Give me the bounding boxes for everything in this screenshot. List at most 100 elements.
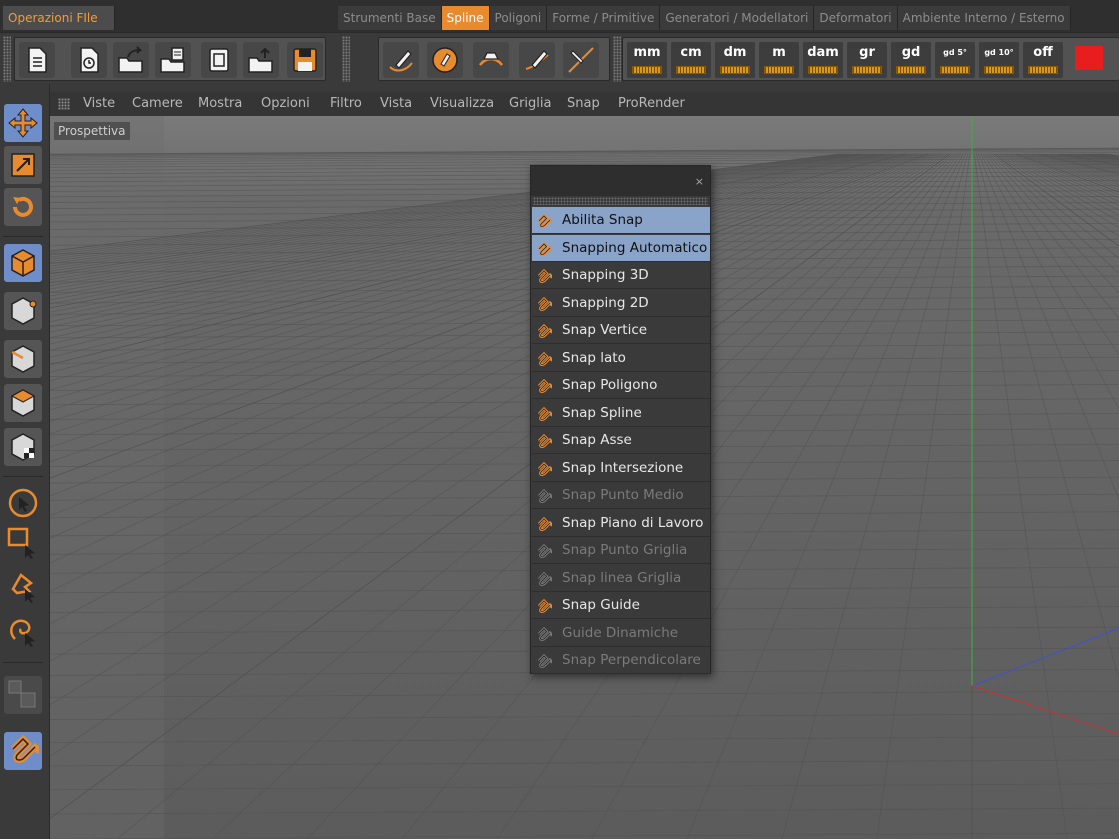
unit-dam-button[interactable]: dam	[803, 42, 843, 78]
unit-off-button[interactable]: off	[1023, 42, 1063, 78]
tab-deformatori[interactable]: Deformatori	[814, 6, 898, 30]
unit-off-label: off	[1033, 45, 1053, 60]
unit-gd5-button[interactable]: gd 5°	[935, 42, 975, 78]
unit-dm-button[interactable]: dm	[715, 42, 755, 78]
tab-operazioni-file[interactable]: Operazioni FIle	[3, 6, 115, 30]
snap-option-snap-edge[interactable]: Snap lato	[532, 345, 710, 372]
spline-draw-icon[interactable]	[427, 42, 463, 78]
menu-visualizza[interactable]: Visualizza	[430, 92, 494, 116]
menu-griglia[interactable]: Griglia	[509, 92, 551, 116]
snap-option-label: Snap Vertice	[562, 322, 648, 338]
toolbar-grip-3[interactable]	[613, 36, 621, 82]
polygon-selection-icon[interactable]	[4, 612, 42, 650]
snap-magnet-icon[interactable]	[4, 732, 42, 770]
ruler-icon	[984, 66, 1014, 74]
model-mode-icon[interactable]	[4, 244, 42, 282]
main-toolbar: mm cm dm m dam gr gd gd 5° gd 10° off	[0, 32, 1119, 84]
snap-option-label: Snap Perpendicolare	[562, 652, 701, 668]
live-selection-icon[interactable]	[4, 484, 42, 522]
rect-selection-icon[interactable]	[4, 524, 42, 562]
snap-option-snap-2d[interactable]: Snapping 2D	[532, 290, 710, 317]
unit-cm-button[interactable]: cm	[671, 42, 711, 78]
import-icon[interactable]	[113, 42, 149, 78]
point-mode-icon[interactable]	[4, 292, 42, 330]
snap-option-auto-snap[interactable]: Snapping Automatico	[532, 234, 710, 262]
snap-option-snap-grid-point[interactable]: Snap Punto Griglia	[532, 537, 710, 564]
snap-option-snap-perpendicular[interactable]: Snap Perpendicolare	[532, 647, 710, 674]
dynamic-guides-icon	[537, 626, 552, 641]
menu-opzioni[interactable]: Opzioni	[261, 92, 310, 116]
menu-viste[interactable]: Viste	[83, 92, 115, 116]
menu-prorender[interactable]: ProRender	[618, 92, 685, 116]
unit-mm-label: mm	[633, 45, 661, 60]
texture-mode-icon[interactable]	[4, 428, 42, 466]
menu-vista[interactable]: Vista	[380, 92, 412, 116]
polygon-mode-icon[interactable]	[4, 384, 42, 422]
move-icon[interactable]	[4, 104, 42, 142]
workplane-icon[interactable]	[4, 676, 42, 714]
new-document-icon[interactable]	[19, 42, 55, 78]
snap-option-snap-polygon[interactable]: Snap Poligono	[532, 372, 710, 399]
toolbar-grip[interactable]	[3, 36, 11, 82]
tab-spline[interactable]: Spline	[441, 6, 490, 30]
snap-midpoint-icon	[537, 488, 552, 504]
snap-option-label: Guide Dinamiche	[562, 624, 679, 641]
toolbar-grip-2[interactable]	[342, 36, 350, 82]
open-icon[interactable]	[243, 42, 279, 78]
save-icon[interactable]	[287, 42, 323, 78]
rotate-icon[interactable]	[4, 188, 42, 226]
snap-option-snap-workplane[interactable]: Snap Piano di Lavoro	[532, 510, 710, 537]
unit-gr-button[interactable]: gr	[847, 42, 887, 78]
snap-guide-icon	[537, 598, 552, 614]
menu-mostra[interactable]: Mostra	[198, 92, 242, 116]
scale-icon[interactable]	[4, 146, 42, 184]
menu-camere[interactable]: Camere	[132, 92, 183, 116]
magnet-icon	[537, 213, 552, 229]
unit-mm-button[interactable]: mm	[627, 42, 667, 78]
color-swatch[interactable]	[1075, 46, 1103, 70]
spline-bezier-icon[interactable]	[519, 42, 555, 78]
snap-option-label: Snap Poligono	[562, 377, 658, 393]
snap-option-snap-intersection[interactable]: Snap Intersezione	[532, 455, 710, 482]
menu-filtro[interactable]: Filtro	[330, 92, 362, 116]
unit-gd10-button[interactable]: gd 10°	[979, 42, 1019, 78]
snap-vertex-icon	[537, 323, 552, 339]
tab-ambiente[interactable]: Ambiente Interno / Esterno	[897, 6, 1071, 30]
lasso-selection-icon[interactable]	[4, 568, 42, 606]
snap-option-snap-spline[interactable]: Snap Spline	[532, 400, 710, 427]
spline-line-icon[interactable]	[563, 42, 599, 78]
export-icon[interactable]	[155, 42, 191, 78]
close-icon[interactable]: ×	[695, 175, 704, 188]
unit-m-label: m	[772, 45, 786, 60]
snap-option-magnet[interactable]: Abilita Snap	[532, 207, 710, 234]
unit-gd-button[interactable]: gd	[891, 42, 931, 78]
file-tools-group	[14, 37, 326, 81]
snap-option-snap-grid-line[interactable]: Snap linea Griglia	[532, 565, 710, 592]
edge-mode-icon[interactable]	[4, 340, 42, 378]
popup-title-bar[interactable]: ×	[531, 166, 710, 196]
tab-poligoni[interactable]: Poligoni	[489, 6, 548, 30]
tab-generatori-modellatori[interactable]: Generatori / Modellatori	[660, 6, 815, 30]
snap-option-snap-midpoint[interactable]: Snap Punto Medio	[532, 482, 710, 509]
spline-arc-icon[interactable]	[473, 42, 509, 78]
pen-spline-icon[interactable]	[383, 42, 419, 78]
snap-option-snap-axis[interactable]: Snap Asse	[532, 427, 710, 454]
open-recent-icon[interactable]	[71, 42, 107, 78]
unit-m-button[interactable]: m	[759, 42, 799, 78]
menu-snap[interactable]: Snap	[567, 92, 600, 116]
unit-gd10-label: gd 10°	[984, 48, 1014, 57]
snap-option-label: Abilita Snap	[562, 212, 643, 228]
ruler-icon	[676, 66, 706, 74]
tab-forme-primitive[interactable]: Forme / Primitive	[547, 6, 661, 30]
menu-grip[interactable]	[58, 98, 70, 110]
snap-option-dynamic-guides[interactable]: Guide Dinamiche	[532, 620, 710, 647]
snap-option-snap-vertex[interactable]: Snap Vertice	[532, 317, 710, 344]
snap-polygon-icon	[537, 378, 552, 394]
tab-strumenti-base[interactable]: Strumenti Base	[338, 6, 442, 30]
document-icon[interactable]	[201, 42, 237, 78]
snap-option-snap-guide[interactable]: Snap Guide	[532, 592, 710, 619]
popup-grip[interactable]	[533, 197, 708, 205]
viewport-label[interactable]: Prospettiva	[54, 122, 130, 140]
snap-option-snap-3d[interactable]: Snapping 3D	[532, 262, 710, 289]
left-toolbar	[0, 84, 50, 839]
